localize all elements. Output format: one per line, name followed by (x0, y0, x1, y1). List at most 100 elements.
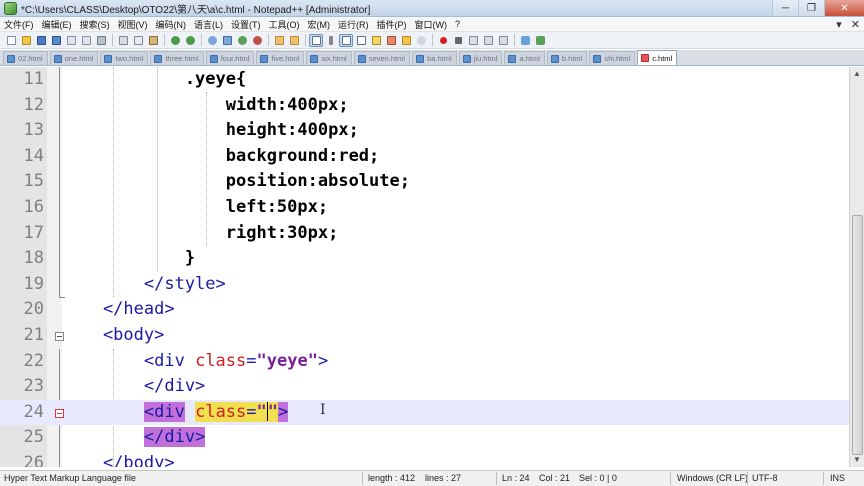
all-chars-icon[interactable] (324, 34, 338, 47)
wrap-icon[interactable] (309, 33, 323, 47)
new-file-icon[interactable] (4, 34, 18, 47)
line-code: <body> (62, 325, 165, 345)
tab-shi-html[interactable]: shi.html (589, 51, 636, 65)
code-line: 13 height:400px; (0, 118, 849, 144)
redo-icon[interactable] (183, 34, 197, 47)
close-button[interactable]: ✕ (824, 0, 864, 16)
func-list-icon[interactable] (384, 34, 398, 47)
play-icon[interactable] (466, 34, 480, 47)
line-number: 17 (23, 222, 44, 243)
code-line: 11 .yeye{ (0, 67, 849, 93)
scrollbar-thumb[interactable] (852, 215, 863, 455)
tab-a-html[interactable]: a.html (504, 51, 545, 65)
monitor-icon[interactable] (414, 34, 428, 47)
line-code: </div> (62, 376, 206, 397)
tab-five-html[interactable]: five.html (256, 51, 305, 65)
run-icon[interactable] (533, 34, 547, 47)
record-icon[interactable] (436, 34, 450, 47)
menu-close-doc-icon[interactable]: ✕ (851, 18, 860, 31)
close-icon[interactable] (64, 34, 78, 47)
play-multi-icon[interactable] (481, 34, 495, 47)
tab-c-html[interactable]: c.html (637, 50, 678, 65)
current-code-line: 24 <div class=""> I (0, 399, 849, 426)
line-number: 14 (23, 145, 44, 166)
scroll-up-icon[interactable]: ▲ (852, 69, 862, 79)
tab-one-html[interactable]: one.html (49, 51, 99, 65)
line-number: 18 (23, 248, 44, 269)
save-icon[interactable] (34, 34, 48, 47)
menu-help[interactable]: ? (451, 19, 464, 29)
toolbar-separator (268, 34, 269, 46)
save-macro-icon[interactable] (496, 34, 510, 47)
menu-bar: 文件(F) 编辑(E) 搜索(S) 视图(V) 编码(N) 语言(L) 设置(T… (0, 17, 864, 32)
indent-guide-icon[interactable] (339, 33, 353, 47)
sync-h-icon[interactable] (287, 34, 301, 47)
toolbar-separator (514, 34, 515, 46)
print-icon[interactable] (94, 34, 108, 47)
title-bar: *C:\Users\CLASS\Desktop\OTO22\第八天\a\c.ht… (0, 0, 864, 17)
menu-settings[interactable]: 设置(T) (227, 18, 265, 31)
tab-two-html[interactable]: two.html (100, 51, 149, 65)
tab-jiu-html[interactable]: jiu.html (458, 51, 503, 65)
toolbar-separator (112, 34, 113, 46)
menu-dropdown-icon[interactable]: ▾ (836, 18, 842, 31)
menu-file[interactable]: 文件(F) (0, 18, 38, 31)
line-code: position:absolute; (62, 171, 410, 192)
vertical-scrollbar[interactable]: ▲ ▼ (849, 67, 864, 467)
document-icon (357, 54, 366, 63)
menu-language[interactable]: 语言(L) (190, 18, 227, 31)
line-code: right:30px; (62, 222, 339, 243)
document-icon (310, 54, 319, 63)
sync-v-icon[interactable] (272, 34, 286, 47)
stop-icon[interactable] (451, 34, 465, 47)
tab-b-html[interactable]: b.html (546, 51, 588, 65)
minimize-button[interactable]: ─ (772, 0, 798, 16)
code-line: 19 </style> (0, 272, 849, 298)
code-line: 20 </head> (0, 297, 849, 323)
lang-icon[interactable] (354, 34, 368, 47)
menu-view[interactable]: 视图(V) (114, 18, 152, 31)
code-line: 23 </div> (0, 374, 849, 400)
menu-macro[interactable]: 宏(M) (304, 18, 335, 31)
line-number: 23 (23, 376, 44, 397)
close-all-icon[interactable] (79, 34, 93, 47)
menu-plugins[interactable]: 插件(P) (373, 18, 411, 31)
tab-six-html[interactable]: six.html (306, 51, 352, 65)
save-all-icon[interactable] (49, 34, 63, 47)
restore-button[interactable]: ❐ (798, 0, 824, 16)
tab-ba-html[interactable]: ba.html (412, 51, 457, 65)
zoom-in-icon[interactable] (235, 34, 249, 47)
cut-icon[interactable] (116, 34, 130, 47)
status-eol: Windows (CR LF) (677, 473, 749, 483)
menu-window[interactable]: 窗口(W) (411, 18, 452, 31)
tab-02-html[interactable]: 02.html (3, 51, 48, 65)
line-code: width:400px; (62, 94, 349, 115)
replace-icon[interactable] (220, 34, 234, 47)
document-icon (416, 54, 425, 63)
menu-search[interactable]: 搜索(S) (76, 18, 114, 31)
doc-map-icon[interactable] (369, 34, 383, 47)
menu-edit[interactable]: 编辑(E) (38, 18, 76, 31)
spell-icon[interactable] (518, 34, 532, 47)
code-line: 21 <body> (0, 323, 849, 349)
status-divider (362, 472, 363, 485)
scroll-down-icon[interactable]: ▼ (852, 455, 862, 465)
document-icon (508, 54, 517, 63)
tab-seven-html[interactable]: seven.html (353, 51, 411, 65)
open-file-icon[interactable] (19, 34, 33, 47)
code-editor[interactable]: 11 .yeye{ 12 width:400px; 13 height:400p… (0, 67, 849, 467)
tab-four-html[interactable]: four.html (205, 51, 255, 65)
paste-icon[interactable] (146, 34, 160, 47)
copy-icon[interactable] (131, 34, 145, 47)
line-code: </body> (62, 453, 175, 467)
undo-icon[interactable] (168, 34, 182, 47)
menu-run[interactable]: 运行(R) (334, 18, 373, 31)
code-line: 17 right:30px; (0, 221, 849, 247)
document-icon (462, 54, 471, 63)
folder-icon[interactable] (399, 34, 413, 47)
zoom-out-icon[interactable] (250, 34, 264, 47)
find-icon[interactable] (205, 34, 219, 47)
menu-tools[interactable]: 工具(O) (265, 18, 304, 31)
menu-encoding[interactable]: 编码(N) (152, 18, 191, 31)
tab-three-html[interactable]: three.html (150, 51, 204, 65)
